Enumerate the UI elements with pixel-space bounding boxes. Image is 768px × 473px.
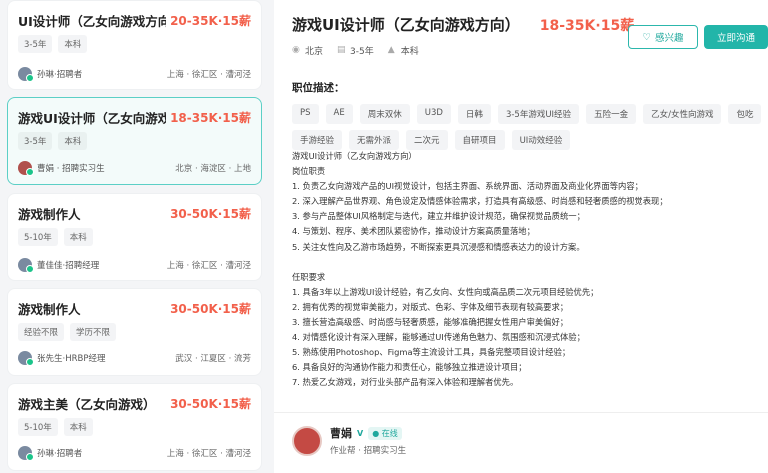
- job-location: 上海 · 徐汇区 · 漕河泾: [166, 449, 251, 459]
- keyword-tag: PS: [292, 104, 319, 124]
- desc-title: 游戏UI设计师（乙女向游戏方向）: [292, 151, 417, 161]
- location-icon: ◉: [292, 45, 300, 55]
- detail-salary: 18-35K·15薪: [539, 17, 635, 34]
- job-salary: 30-50K·15薪: [170, 396, 251, 411]
- requirement-line: 3. 擅长营造高级感、时尚感与轻奢质感，能够准确把握女性用户审美偏好；: [292, 316, 569, 327]
- job-card[interactable]: UI设计师（乙女向游戏方向） 20-35K·15薪 3-5年本科 孙琳·招聘者 上海…: [7, 0, 262, 90]
- job-tag: 本科: [63, 418, 93, 436]
- keyword-tag: 自研项目: [454, 130, 505, 150]
- job-tag: 学历不限: [70, 323, 117, 341]
- detail-city: 北京: [305, 47, 324, 57]
- interested-label: 感兴趣: [655, 33, 684, 44]
- recruiter-name: 曹娟: [330, 427, 352, 440]
- job-app: UI设计师（乙女向游戏方向）20-35K·15薪 3-5年本科 孙琳·招聘者上海…: [0, 0, 768, 473]
- job-location: 上海 · 徐汇区 · 漕河泾: [166, 261, 251, 271]
- requirement-line: 2. 拥有优秀的视觉审美能力，对版式、色彩、字体及细节表现有较高要求；: [292, 301, 569, 312]
- avatar: [292, 425, 322, 456]
- job-list: UI设计师（乙女向游戏方向）20-35K·15薪 3-5年本科 孙琳·招聘者上海…: [0, 0, 268, 473]
- verified-icon: V: [357, 428, 364, 438]
- job-salary: 30-50K·15薪: [170, 206, 251, 221]
- job-title: 游戏主美（乙女向游戏）: [18, 396, 156, 412]
- job-title: 游戏制作人: [18, 206, 81, 222]
- job-location: 武汉 · 江夏区 · 流芳: [175, 354, 251, 364]
- keyword-tag: 日韩: [457, 104, 491, 124]
- keyword-tag: 周末双休: [359, 104, 410, 124]
- job-tag: 本科: [58, 132, 88, 150]
- chat-now-button[interactable]: 立即沟通: [704, 25, 768, 49]
- detail-title: 游戏UI设计师（乙女向游戏方向）: [292, 16, 520, 34]
- duty-line: 4. 与策划、程序、美术团队紧密协作，推动设计方案高质量落地；: [292, 226, 535, 237]
- job-title: 游戏制作人: [18, 301, 81, 317]
- job-salary: 30-50K·15薪: [170, 301, 251, 316]
- keyword-tag: U3D: [416, 104, 451, 124]
- duty-line: 2. 深入理解产品世界观、角色设定及情感体验需求，打造具有高级感、时尚感和轻奢质…: [292, 196, 668, 207]
- keyword-tag: 乙女/女性向游戏: [643, 104, 722, 124]
- job-card[interactable]: 游戏制作人 30-50K·15薪 经验不限 学历不限 张先生·HRBP经理 武汉 · …: [7, 288, 262, 376]
- avatar: [18, 67, 34, 82]
- recruiter-company: 作业帮 · 招聘实习生: [330, 446, 407, 456]
- keyword-tag: UI动效经验: [511, 130, 571, 150]
- job-salary: 20-35K·15薪: [170, 13, 251, 28]
- job-title: 游戏UI设计师（乙女向游戏方...: [18, 110, 166, 126]
- job-tag: 3-5年: [18, 35, 53, 53]
- requirement-line: 7. 热爱乙女游戏，对行业头部产品有深入体验和理解者优先。: [292, 377, 519, 388]
- chat-now-label: 立即沟通: [716, 33, 755, 44]
- detail-education: 本科: [400, 47, 419, 57]
- job-tag: 本科: [63, 228, 93, 246]
- duty-line: 5. 关注女性向及乙游市场趋势，不断探索更具沉浸感和情感表达力的设计方案。: [292, 241, 585, 252]
- job-title: UI设计师（乙女向游戏方向）: [18, 13, 166, 29]
- avatar: [18, 446, 34, 461]
- requirement-line: 6. 具备良好的沟通协作能力和责任心，能够独立推进设计项目；: [292, 362, 527, 373]
- job-tag: 5-10年: [18, 418, 58, 436]
- avatar: [18, 258, 34, 273]
- recruiter-name: 张先生·HRBP经理: [37, 354, 106, 364]
- job-location: 北京 · 海淀区 · 上地: [175, 164, 251, 174]
- duty-line: 3. 参与产品整体UI风格制定与迭代，建立并维护设计规范，确保视觉品质统一；: [292, 211, 585, 222]
- req-title: 任职要求: [292, 271, 326, 282]
- job-salary: 18-35K·15薪: [170, 110, 251, 125]
- avatar: [18, 351, 34, 366]
- requirement-line: 4. 对情感化设计有深入理解，能够通过UI传递角色魅力、氛围感和沉浸式体验；: [292, 332, 585, 343]
- keyword-list: PS AE 周末双休 U3D 日韩 3-5年游戏UI经验 五险一金 乙女/女性向游戏 包吃手游经…: [292, 104, 762, 150]
- job-detail-panel: 游戏UI设计师（乙女向游戏方向） 18-35K·15薪 ◉ 北京 ▤ 3-5年 ▲ 本…: [274, 0, 768, 473]
- interested-button[interactable]: ♡ 感兴趣: [628, 25, 698, 49]
- keyword-tag: 无需外派: [349, 130, 400, 150]
- job-location: 上海 · 徐汇区 · 漕河泾: [166, 70, 251, 80]
- detail-experience: 3-5年: [350, 47, 374, 57]
- keyword-tag: 3-5年游戏UI经验: [497, 104, 580, 124]
- requirement-line: 5. 熟练使用Photoshop、Figma等主流设计工具，具备完整项目设计经验…: [292, 347, 571, 358]
- job-tag: 3-5年: [18, 132, 53, 150]
- recruiter-name: 孙琳·招聘者: [37, 449, 83, 459]
- keyword-tag: 五险一金: [586, 104, 637, 124]
- recruiter-name: 曹娟 · 招聘实习生: [37, 164, 105, 174]
- heart-icon: ♡: [642, 31, 651, 43]
- duty-line: 1. 负责乙女向游戏产品的UI视觉设计，包括主界面、系统界面、活动界面及商业化界…: [292, 181, 643, 192]
- keyword-tag: AE: [325, 104, 353, 124]
- job-tag: 本科: [58, 35, 88, 53]
- recruiter-card[interactable]: 曹娟 V ● 在线 作业帮 · 招聘实习生: [292, 425, 406, 456]
- job-tag: 经验不限: [18, 323, 65, 341]
- keyword-tag: 包吃: [728, 104, 762, 124]
- briefcase-icon: ▤: [337, 45, 346, 55]
- section-title: 职位描述：: [292, 82, 345, 94]
- online-badge: ● 在线: [368, 426, 402, 440]
- duty-title: 岗位职责: [292, 166, 326, 177]
- job-card[interactable]: 游戏制作人 30-50K·15薪 5-10年 本科 董佳佳·招聘经理 上海 · 徐汇区…: [7, 193, 262, 281]
- job-description: 游戏UI设计师（乙女向游戏方向） 岗位职责 1. 负责乙女向游戏产品的UI视觉设…: [292, 149, 762, 390]
- job-tag: 5-10年: [18, 228, 58, 246]
- requirement-line: 1. 具备3年以上游戏UI设计经验，有乙女向、女性向或高品质二次元项目经验优先；: [292, 286, 599, 297]
- education-icon: ▲: [387, 45, 395, 55]
- avatar: [18, 161, 34, 176]
- job-card-selected[interactable]: 游戏UI设计师（乙女向游戏方... 18-35K·15薪 3-5年本科 曹娟 · …: [7, 97, 262, 185]
- keyword-tag: 手游经验: [292, 130, 343, 150]
- divider: [274, 412, 768, 413]
- job-card[interactable]: 游戏主美（乙女向游戏） 30-50K·15薪 5-10年 本科 孙琳·招聘者 上海 ·…: [7, 383, 262, 471]
- keyword-tag: 二次元: [406, 130, 448, 150]
- recruiter-name: 孙琳·招聘者: [37, 70, 83, 80]
- recruiter-name: 董佳佳·招聘经理: [37, 261, 100, 271]
